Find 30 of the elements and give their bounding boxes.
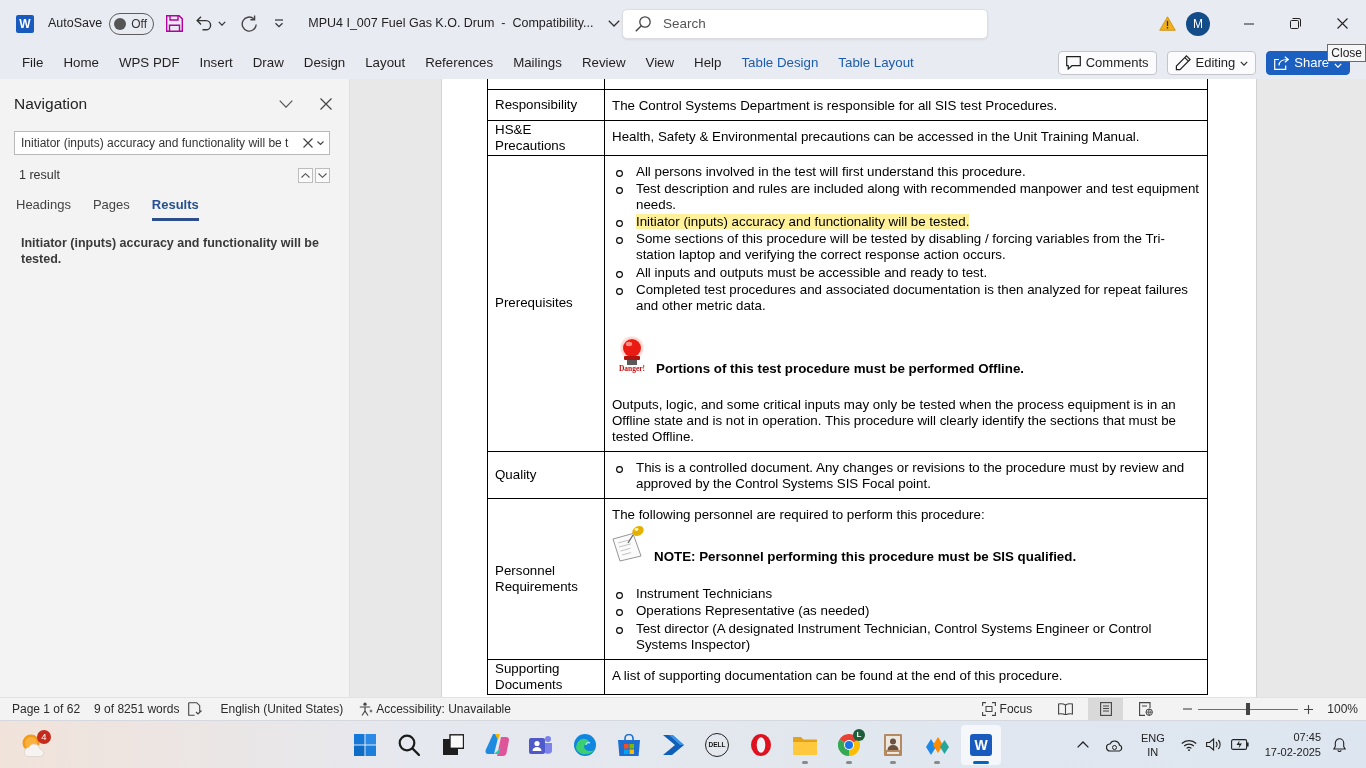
cell-text: Outputs, logic, and some critical inputs may only be tested when the process equipment is in an Offline state and is not in operation. This procedure will clearly identify the sections that must be tested Offline. [612,397,1178,445]
row-label: Responsibility [495,96,578,112]
list-item: Test director (A designated Instrument Technician, Control Systems Engineer or Control Systems Inspector) [636,620,1152,652]
list-item: All inputs and outputs must be accessible and ready to test. [636,264,988,280]
list-item: Test description and rules are included along with recommended manpower and test equipment needs. [636,180,1200,212]
row-label: HS&E Precautions [495,121,566,153]
row-label: Quality [495,467,537,482]
list-item: Some sections of this procedure will be tested by disabling / forcing variables from the Tri-station laptop and verifying the correct response action occurs. [636,231,1165,263]
cell-text: Health, Safety & Environmental precautions can be accessed in the Unit Training Manual. [612,128,1141,145]
list-item: Completed test procedures and associated documentation is then analyzed for repeat failures and other metric data. [636,282,1188,313]
highlighted-list-item: Initiator (inputs) accuracy and functionality will be tested. [636,214,970,230]
notification-badge: 4 [37,729,51,744]
app-logo: W [16,14,34,33]
row-label: Personnel Requirements [495,562,578,594]
pane-title: Navigation [14,94,88,115]
profile-badge: L [853,728,865,741]
list-item: Operations Representative (as needed) [636,603,870,619]
cell-text: The following personnel are required to perform this procedure: [612,507,986,523]
row-label: Prerequisites [495,295,573,311]
note-text: NOTE: Personnel performing this procedure must be SIS qualified. [654,549,1077,565]
list-item: All persons involved in the test will first understand this procedure. [636,163,1026,179]
autosave-label: AutoSave [48,15,103,33]
cell-text: The Control Systems Department is responsible for all SIS test Procedures. [612,97,1059,114]
cell-text: A list of supporting documentation can be found at the end of this procedure. [612,667,1064,684]
list-item: Instrument Technicians [636,586,773,601]
warning-text: Portions of this test procedure must be performed Offline. [656,361,1025,377]
row-label: Supporting Documents [495,660,563,692]
tooltip: Close [1327,44,1366,62]
result-count: 1 result [19,166,60,184]
list-item: This is a controlled document. Any changes or revisions to the procedure must by review and approved by the Control Systems SIS Focal point. [636,460,1185,491]
